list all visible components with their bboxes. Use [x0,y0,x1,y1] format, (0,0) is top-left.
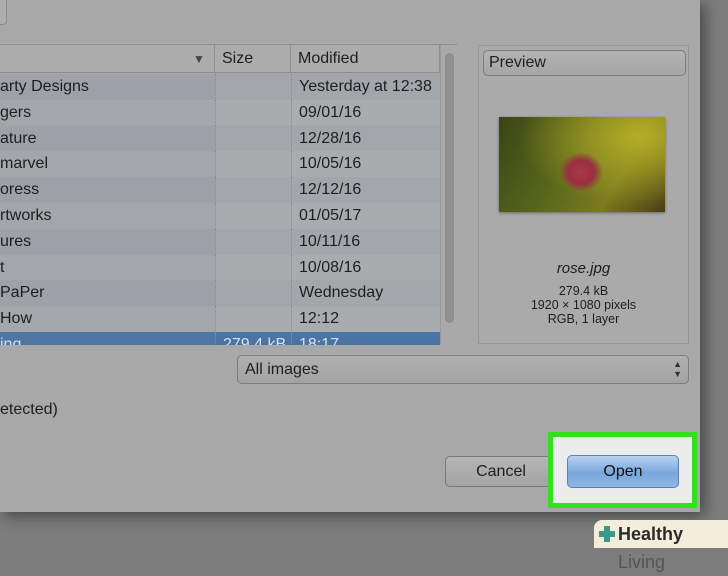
file-size: 279.4 kB [215,331,291,345]
preview-panel: Preview rose.jpg 279.4 kB 1920 × 1080 pi… [478,45,689,344]
file-size [215,125,291,152]
file-name: gers [0,99,215,126]
file-type-select[interactable]: All images ▲ ▼ [237,355,689,384]
file-type-detect-label: etected) [0,401,58,418]
scrollbar[interactable] [440,45,458,345]
file-size [215,228,291,255]
file-list-header: ▼ Size Modified [0,45,440,73]
file-size [215,254,291,281]
file-size [215,151,291,178]
file-name: How [0,306,215,332]
file-name: oress [0,177,215,203]
file-type-value: All images [245,361,319,378]
watermark-suffix: Living [618,552,666,572]
file-name: ures [0,228,215,255]
file-row[interactable]: oress 12/12/16 [0,177,440,203]
scrollbar-thumb[interactable] [445,53,454,323]
sort-descending-icon: ▼ [193,52,205,66]
file-row[interactable]: gers 09/01/16 [0,99,440,126]
file-row[interactable]: PaPer Wednesday [0,280,440,307]
file-name: ing [0,331,215,345]
file-modified: 12/12/16 [291,177,440,203]
file-modified: 01/05/17 [291,202,440,229]
file-name: t [0,254,215,281]
file-rows: arty Designs Yesterday at 12:38 gers 09/01/… [0,74,440,345]
file-size [215,99,291,126]
file-modified: Wednesday [291,280,440,307]
cross-icon [599,526,615,542]
file-name: rtworks [0,202,215,229]
file-row[interactable]: rtworks 01/05/17 [0,202,440,229]
file-row[interactable]: ures 10/11/16 [0,228,440,255]
toolbar-button[interactable] [0,0,7,25]
file-modified: 10/08/16 [291,254,440,281]
file-modified: 12/28/16 [291,125,440,152]
file-row[interactable]: marvel 10/05/16 [0,151,440,178]
file-modified: 18:17 [291,331,440,345]
watermark-brand: Healthy [618,524,684,544]
select-arrows-icon: ▲ ▼ [673,359,682,379]
file-name: PaPer [0,280,215,307]
preview-color-info: RGB, 1 layer [547,312,620,326]
column-modified-header[interactable]: Modified [291,45,440,73]
preview-dimensions: 1920 × 1080 pixels [530,298,637,312]
file-list[interactable]: ▼ Size Modified arty Designs Yesterday at… [0,44,458,345]
file-row[interactable]: arty Designs Yesterday at 12:38 [0,74,440,100]
open-button[interactable]: Open [567,455,679,488]
file-row[interactable]: t 10/08/16 [0,254,440,281]
file-name: arty Designs [0,74,215,100]
file-name: marvel [0,151,215,178]
open-button-highlight: Open [548,432,697,508]
file-size [215,280,291,307]
file-size [215,74,291,100]
file-size [215,306,291,332]
file-row[interactable]: ature 12/28/16 [0,125,440,152]
file-modified: Yesterday at 12:38 [291,74,440,100]
column-size-header[interactable]: Size [215,45,291,73]
file-modified: 12:12 [291,306,440,332]
file-size [215,202,291,229]
file-name: ature [0,125,215,152]
preview-image [499,117,665,212]
file-row[interactable]: ing 279.4 kB 18:17 [0,331,440,345]
preview-button[interactable]: Preview [483,50,686,76]
file-row[interactable]: How 12:12 [0,306,440,332]
preview-file-size: 279.4 kB [558,284,609,298]
column-name-header[interactable]: ▼ [0,45,215,73]
file-modified: 10/11/16 [291,228,440,255]
watermark-logo: Healthy Living [594,520,728,572]
file-size [215,177,291,203]
cancel-button[interactable]: Cancel [445,456,557,487]
file-modified: 10/05/16 [291,151,440,178]
file-modified: 09/01/16 [291,99,440,126]
preview-file-name: rose.jpg [556,260,611,277]
